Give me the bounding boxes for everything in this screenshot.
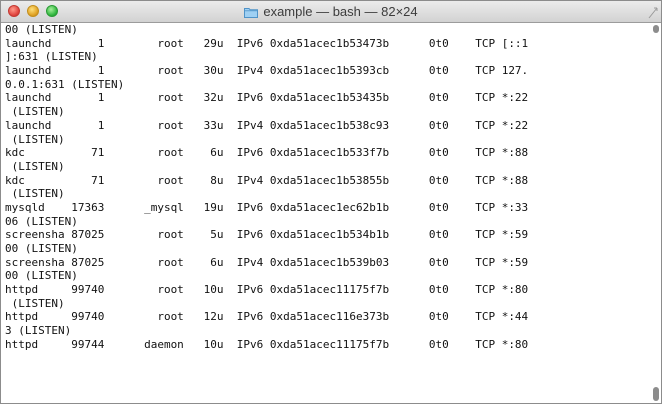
terminal-line: 00 (LISTEN) xyxy=(5,269,78,283)
terminal-line: launchd 1 root 33u IPv4 0xda51acec1b538c… xyxy=(5,118,529,132)
terminal-line: 06 (LISTEN) xyxy=(5,214,78,228)
scrollbar-top-marker xyxy=(653,25,659,33)
terminal-line: (LISTEN) xyxy=(5,187,65,201)
terminal-line: 0.0.1:631 (LISTEN) xyxy=(5,77,125,91)
terminal-line: (LISTEN) xyxy=(5,132,65,146)
terminal-line: httpd 99744 daemon 10u IPv6 0xda51acec11… xyxy=(5,337,529,351)
terminal-line: ]:631 (LISTEN) xyxy=(5,50,98,64)
terminal-line: screensha 87025 root 5u IPv6 0xda51acec1… xyxy=(5,228,529,242)
terminal-window: example — bash — 82×24 00 (LISTEN) launch… xyxy=(0,0,662,404)
terminal-line: (LISTEN) xyxy=(5,296,65,310)
scrollbar-thumb[interactable] xyxy=(653,387,659,401)
terminal-line: launchd 1 root 29u IPv6 0xda51acec1b5347… xyxy=(5,36,529,50)
terminal-line: httpd 99740 root 12u IPv6 0xda51acec116e… xyxy=(5,310,529,324)
terminal-line: mysqld 17363 _mysql 19u IPv6 0xda51acec1… xyxy=(5,200,529,214)
terminal-line: launchd 1 root 30u IPv4 0xda51acec1b5393… xyxy=(5,64,529,78)
folder-icon xyxy=(244,7,259,18)
terminal-line: 3 (LISTEN) xyxy=(5,324,72,338)
terminal-line: (LISTEN) xyxy=(5,105,65,119)
terminal-output[interactable]: 00 (LISTEN) launchd 1 root 29u IPv6 0xda5… xyxy=(1,23,651,403)
fullscreen-icon[interactable] xyxy=(648,4,658,19)
scrollbar[interactable] xyxy=(651,23,661,403)
terminal-line: httpd 99740 root 10u IPv6 0xda51acec1117… xyxy=(5,283,529,297)
terminal-line: (LISTEN) xyxy=(5,159,65,173)
window-title: example — bash — 82×24 xyxy=(263,4,418,19)
window-title-area: example — bash — 82×24 xyxy=(1,1,661,22)
terminal-line: 00 (LISTEN) xyxy=(5,23,78,36)
terminal-line: kdc 71 root 6u IPv6 0xda51acec1b533f7b 0… xyxy=(5,146,529,160)
terminal-line: kdc 71 root 8u IPv4 0xda51acec1b53855b 0… xyxy=(5,173,529,187)
title-bar[interactable]: example — bash — 82×24 xyxy=(1,1,661,23)
terminal-line: launchd 1 root 32u IPv6 0xda51acec1b5343… xyxy=(5,91,529,105)
terminal-line: 00 (LISTEN) xyxy=(5,242,78,255)
terminal-line: screensha 87025 root 6u IPv4 0xda51acec1… xyxy=(5,255,529,269)
